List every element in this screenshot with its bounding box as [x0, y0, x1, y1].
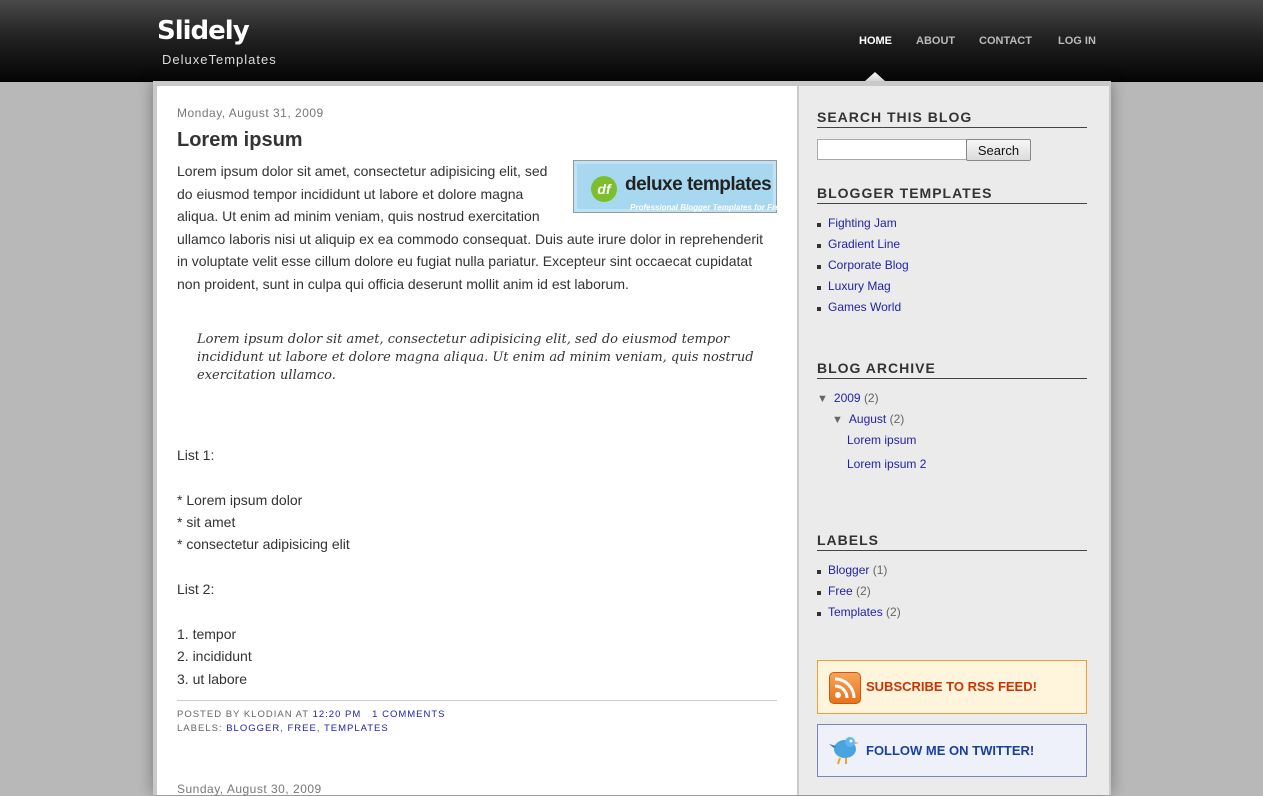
active-nav-indicator [865, 72, 885, 81]
sidebar-item-gradient-line[interactable]: Gradient Line [828, 237, 900, 251]
rss-icon [829, 672, 861, 704]
post-blockquote: Lorem ipsum dolor sit amet, consectetur … [197, 332, 754, 383]
archive-post-link[interactable]: Lorem ipsum 2 [847, 457, 926, 471]
list-item: * Lorem ipsum dolor [177, 492, 303, 508]
nav-login[interactable]: LOG IN [1058, 35, 1096, 47]
label-item-free[interactable]: Free (2) [828, 584, 871, 598]
sidebar-item-luxury-mag[interactable]: Luxury Mag [828, 279, 891, 293]
sidebar-item-corporate-blog[interactable]: Corporate Blog [828, 258, 909, 272]
site-header: Slidely DeluxeTemplates HOME ABOUT CONTA… [0, 0, 1263, 82]
archive-year-2009[interactable]: ▼ 2009 (2) [817, 391, 879, 405]
nav-contact[interactable]: CONTACT [979, 35, 1032, 47]
site-title[interactable]: Slidely [157, 16, 250, 46]
list-item: 1. tempor [177, 626, 237, 642]
list-title: List 2: [177, 581, 215, 597]
list-title: List 1: [177, 447, 215, 463]
post-date: Monday, August 31, 2009 [177, 106, 324, 120]
list-item: * sit amet [177, 514, 236, 530]
follow-twitter-button[interactable]: FOLLOW ME ON TWITTER! [817, 724, 1087, 777]
collapse-triangle-icon[interactable]: ▼ [817, 393, 828, 405]
templates-widget-title: BLOGGER TEMPLATES [817, 185, 1087, 204]
search-button[interactable]: Search [966, 139, 1031, 161]
nav-about[interactable]: ABOUT [916, 35, 955, 47]
post-title[interactable]: Lorem ipsum [177, 129, 303, 152]
archive-widget-title: BLOG ARCHIVE [817, 360, 1087, 379]
site-description: DeluxeTemplates [162, 52, 277, 67]
archive-post-link[interactable]: Lorem ipsum [847, 433, 916, 447]
list-item: 2. incididunt [177, 648, 252, 664]
sidebar-item-games-world[interactable]: Games World [828, 300, 901, 314]
label-link-templates[interactable]: Templates [324, 723, 389, 734]
labels-widget-title: LABELS [817, 532, 1087, 551]
post-body: df deluxe templates Professional Blogger… [177, 160, 784, 295]
twitter-bird-icon [828, 734, 860, 765]
subscribe-rss-button[interactable]: SUBSCRIBE TO RSS FEED! [817, 660, 1087, 714]
collapse-triangle-icon[interactable]: ▼ [832, 414, 843, 426]
list-item: * consectetur adipisicing elit [177, 536, 350, 552]
labels-prefix: Labels: [177, 723, 223, 734]
label-link-free[interactable]: Free [287, 723, 316, 734]
comments-link[interactable]: 1 comments [372, 709, 445, 720]
df-logo-icon: df [591, 176, 617, 202]
label-item-templates[interactable]: Templates (2) [828, 605, 901, 619]
deluxe-templates-banner[interactable]: df deluxe templates Professional Blogger… [573, 160, 784, 213]
list-item: 3. ut labore [177, 671, 248, 687]
label-link-blogger[interactable]: Blogger [226, 723, 280, 734]
post-time-link[interactable]: 12:20 PM [313, 709, 362, 720]
posted-by: Posted by Klodian at [177, 709, 309, 720]
search-input[interactable] [817, 139, 969, 160]
archive-month-august[interactable]: ▼ August (2) [832, 412, 904, 426]
next-post-date: Sunday, August 30, 2009 [177, 782, 322, 796]
label-item-blogger[interactable]: Blogger (1) [828, 563, 887, 577]
twitter-label: FOLLOW ME ON TWITTER! [866, 743, 1035, 758]
search-widget-title: SEARCH THIS BLOG [817, 109, 1087, 128]
banner-logo-text: deluxe templates [625, 174, 772, 195]
nav-home[interactable]: HOME [859, 35, 892, 47]
banner-tagline: Professional Blogger Templates for Free [630, 203, 784, 212]
sidebar-item-fighting-jam[interactable]: Fighting Jam [828, 216, 897, 230]
post-footer: Posted by Klodian at 12:20 PM 1 comments… [177, 700, 777, 736]
rss-label: SUBSCRIBE TO RSS FEED! [866, 679, 1037, 694]
